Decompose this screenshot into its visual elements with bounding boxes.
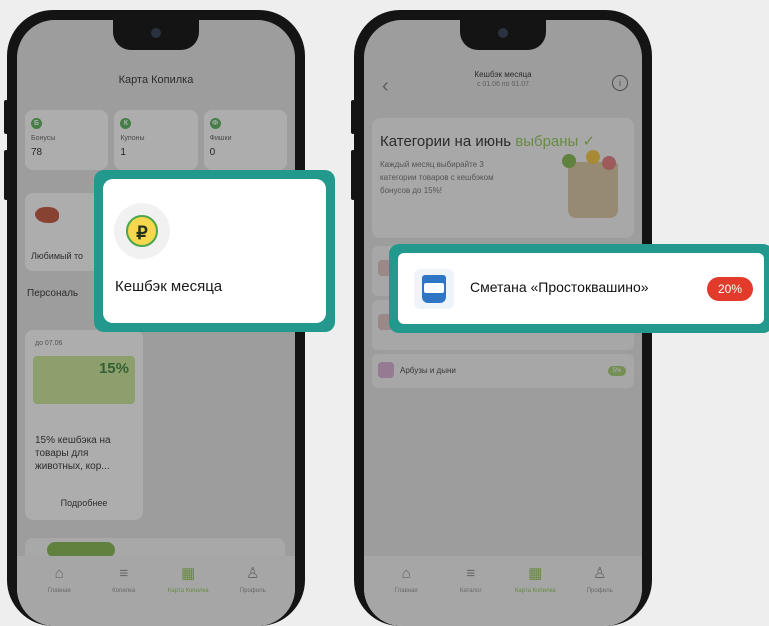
product-row[interactable]: Сметана «Простоквашино» 20%: [398, 253, 764, 324]
phone-notch: [113, 20, 199, 50]
phone-side-button: [351, 150, 355, 200]
camera-icon: [151, 28, 161, 38]
ruble-coin-icon: ₽: [126, 215, 158, 247]
cashback-callout: ₽ Кешбэк месяца: [94, 170, 335, 332]
phone-notch: [460, 20, 546, 50]
phone-side-button: [4, 150, 8, 200]
product-image: [414, 269, 454, 309]
camera-icon: [498, 28, 508, 38]
cashback-card[interactable]: ₽ Кешбэк месяца: [103, 179, 326, 323]
cashback-icon: ₽: [114, 203, 170, 259]
cashback-label: Кешбэк месяца: [115, 278, 223, 295]
product-name: Сметана «Простоквашино»: [470, 279, 649, 295]
phone-side-button: [4, 100, 8, 134]
cashback-percent-badge: 20%: [707, 277, 753, 301]
sour-cream-jar-icon: [422, 275, 446, 303]
product-callout: Сметана «Простоквашино» 20%: [389, 244, 769, 333]
phone-side-button: [351, 100, 355, 134]
